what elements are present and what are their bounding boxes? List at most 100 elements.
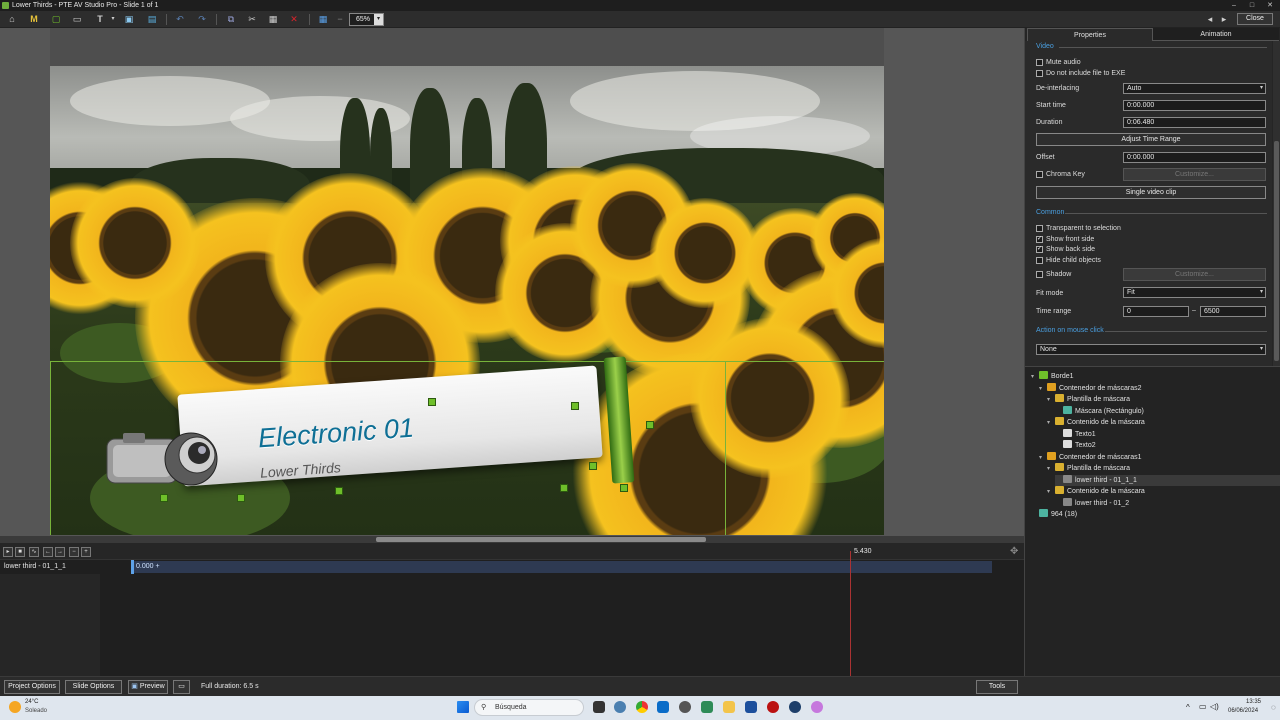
shadow-checkbox[interactable]	[1036, 271, 1043, 278]
scrollbar-thumb[interactable]	[1274, 141, 1279, 361]
single-video-clip-button[interactable]: Single video clip	[1036, 186, 1266, 199]
close-button[interactable]: Close	[1237, 13, 1273, 25]
chevron-down-icon[interactable]: ▾	[374, 14, 383, 25]
waveform-icon[interactable]: ∿	[29, 547, 39, 557]
resize-handle[interactable]	[560, 484, 568, 492]
minimize-button[interactable]: –	[1225, 0, 1243, 11]
paste-icon[interactable]: ▦	[266, 13, 280, 26]
properties-scrollbar[interactable]	[1273, 41, 1280, 366]
volume-icon[interactable]: ◁)	[1210, 702, 1219, 711]
show-front-side-checkbox[interactable]: ✓	[1036, 236, 1043, 243]
resize-handle[interactable]	[428, 398, 436, 406]
tree-node[interactable]: ▾ Contenido de la máscara	[1047, 486, 1145, 497]
resize-handle[interactable]	[646, 421, 654, 429]
text-dropdown-icon[interactable]: ▾	[106, 13, 120, 26]
file-explorer-icon[interactable]	[723, 701, 735, 713]
prev-keyframe-icon[interactable]: ←	[43, 547, 53, 557]
maximize-button[interactable]: □	[1243, 0, 1261, 11]
adjust-time-range-button[interactable]: Adjust Time Range	[1036, 133, 1266, 146]
frame-tool-icon[interactable]: ▢	[49, 13, 63, 26]
scrollbar-thumb[interactable]	[376, 537, 706, 542]
stop-icon[interactable]: ■	[15, 547, 25, 557]
tree-node[interactable]: Máscara (Rectángulo)	[1055, 405, 1144, 417]
time-range-to[interactable]: 6500	[1200, 306, 1266, 317]
timeline-zoom-in-icon[interactable]: +	[81, 547, 91, 557]
resize-handle[interactable]	[620, 484, 628, 492]
exclude-exe-checkbox[interactable]	[1036, 70, 1043, 77]
next-slide-icon[interactable]: ▸	[1217, 13, 1231, 26]
action-select[interactable]: None ▾	[1036, 344, 1266, 355]
image-tool-icon[interactable]: ▣	[122, 13, 136, 26]
fe-app-icon[interactable]	[745, 701, 757, 713]
fit-mode-select[interactable]: Fit ▾	[1123, 287, 1266, 298]
chevron-down-icon[interactable]: ▾	[1047, 464, 1055, 475]
chroma-customize-button[interactable]: Customize...	[1123, 168, 1266, 181]
network-icon[interactable]: ▭	[1199, 702, 1207, 711]
tab-animation[interactable]: Animation	[1153, 28, 1279, 41]
start-icon[interactable]	[457, 701, 469, 713]
chevron-up-icon[interactable]: ^	[1186, 703, 1190, 712]
chevron-down-icon[interactable]: ▾	[1039, 384, 1047, 395]
c-app-icon[interactable]	[789, 701, 801, 713]
resize-handle[interactable]	[589, 462, 597, 470]
timeline-ruler[interactable]: ▸ ■ ∿ ← → − + 5.430 ✥	[0, 543, 1024, 560]
transparent-selection-checkbox[interactable]	[1036, 225, 1043, 232]
delete-icon[interactable]: ✕	[287, 13, 301, 26]
timeline-track[interactable]: 0.000 +	[131, 561, 992, 573]
resize-handle[interactable]	[571, 402, 579, 410]
mute-audio-checkbox[interactable]	[1036, 59, 1043, 66]
alien-app-icon[interactable]	[679, 701, 691, 713]
undo-icon[interactable]: ↶	[173, 13, 187, 26]
tree-node[interactable]: 964 (18)	[1031, 509, 1077, 520]
tree-node[interactable]: ▾ Plantilla de máscara	[1047, 394, 1130, 405]
task-view-icon[interactable]	[593, 701, 605, 713]
time-range-from[interactable]: 0	[1123, 306, 1189, 317]
chevron-down-icon[interactable]: ▾	[1047, 487, 1055, 498]
button-tool-icon[interactable]: ▭	[70, 13, 84, 26]
move-icon[interactable]: ✥	[1010, 546, 1018, 557]
playhead[interactable]	[850, 551, 851, 676]
deinterlacing-select[interactable]: Auto ▾	[1123, 83, 1266, 94]
window-close-button[interactable]: ✕	[1261, 0, 1279, 11]
red-app-icon[interactable]	[767, 701, 779, 713]
redo-icon[interactable]: ↷	[195, 13, 209, 26]
tree-node[interactable]: ▾ Plantilla de máscara	[1047, 463, 1130, 474]
preview-button[interactable]: ▣ Preview	[128, 680, 168, 694]
pte-app-icon[interactable]	[701, 701, 713, 713]
grid-icon[interactable]: ▦	[316, 13, 330, 26]
resize-handle[interactable]	[237, 494, 245, 502]
chevron-down-icon[interactable]: ▾	[1039, 453, 1047, 464]
play-icon[interactable]: ▸	[3, 547, 13, 557]
tree-node[interactable]: ▾ Contenedor de máscaras1	[1039, 451, 1142, 464]
fullscreen-preview-icon[interactable]: ▭	[173, 680, 190, 694]
text-tool-button[interactable]: T	[93, 13, 107, 26]
duration-field[interactable]: 0:06.480	[1123, 117, 1266, 128]
timeline-zoom-out-icon[interactable]: −	[69, 547, 79, 557]
start-time-field[interactable]: 0:00.000	[1123, 100, 1266, 111]
cut-icon[interactable]: ✂	[245, 13, 259, 26]
video-tool-icon[interactable]: ▤	[145, 13, 159, 26]
mask-tool-button[interactable]: M	[27, 13, 41, 26]
next-keyframe-icon[interactable]: →	[55, 547, 65, 557]
tree-node[interactable]: lower third - 01_2	[1055, 497, 1129, 509]
tree-node[interactable]: lower third - 01_1_1	[1055, 474, 1280, 486]
settings-icon[interactable]	[614, 701, 626, 713]
chroma-key-checkbox[interactable]	[1036, 171, 1043, 178]
copy-object-icon[interactable]: ⧉	[224, 13, 238, 26]
chrome-icon[interactable]	[636, 701, 648, 713]
tree-node[interactable]: Texto1	[1055, 428, 1096, 440]
outlook-icon[interactable]	[657, 701, 669, 713]
prev-slide-icon[interactable]: ◂	[1203, 13, 1217, 26]
tree-node[interactable]: Texto2	[1055, 440, 1096, 451]
show-back-side-checkbox[interactable]: ✓	[1036, 246, 1043, 253]
slide-options-button[interactable]: Slide Options	[65, 680, 122, 694]
project-options-button[interactable]: Project Options	[4, 680, 60, 694]
tab-properties[interactable]: Properties	[1027, 28, 1153, 41]
notification-icon[interactable]: ◌	[1271, 703, 1276, 712]
tools-button[interactable]: Tools	[976, 680, 1018, 694]
horizontal-scrollbar[interactable]	[0, 536, 1024, 543]
zoom-out-icon[interactable]: −	[333, 13, 347, 26]
tree-node[interactable]: ▾ Contenedor de máscaras2	[1039, 382, 1142, 395]
tree-node[interactable]: ▾ Contenido de la máscara	[1047, 417, 1145, 428]
sun-weather-icon[interactable]	[9, 701, 21, 713]
